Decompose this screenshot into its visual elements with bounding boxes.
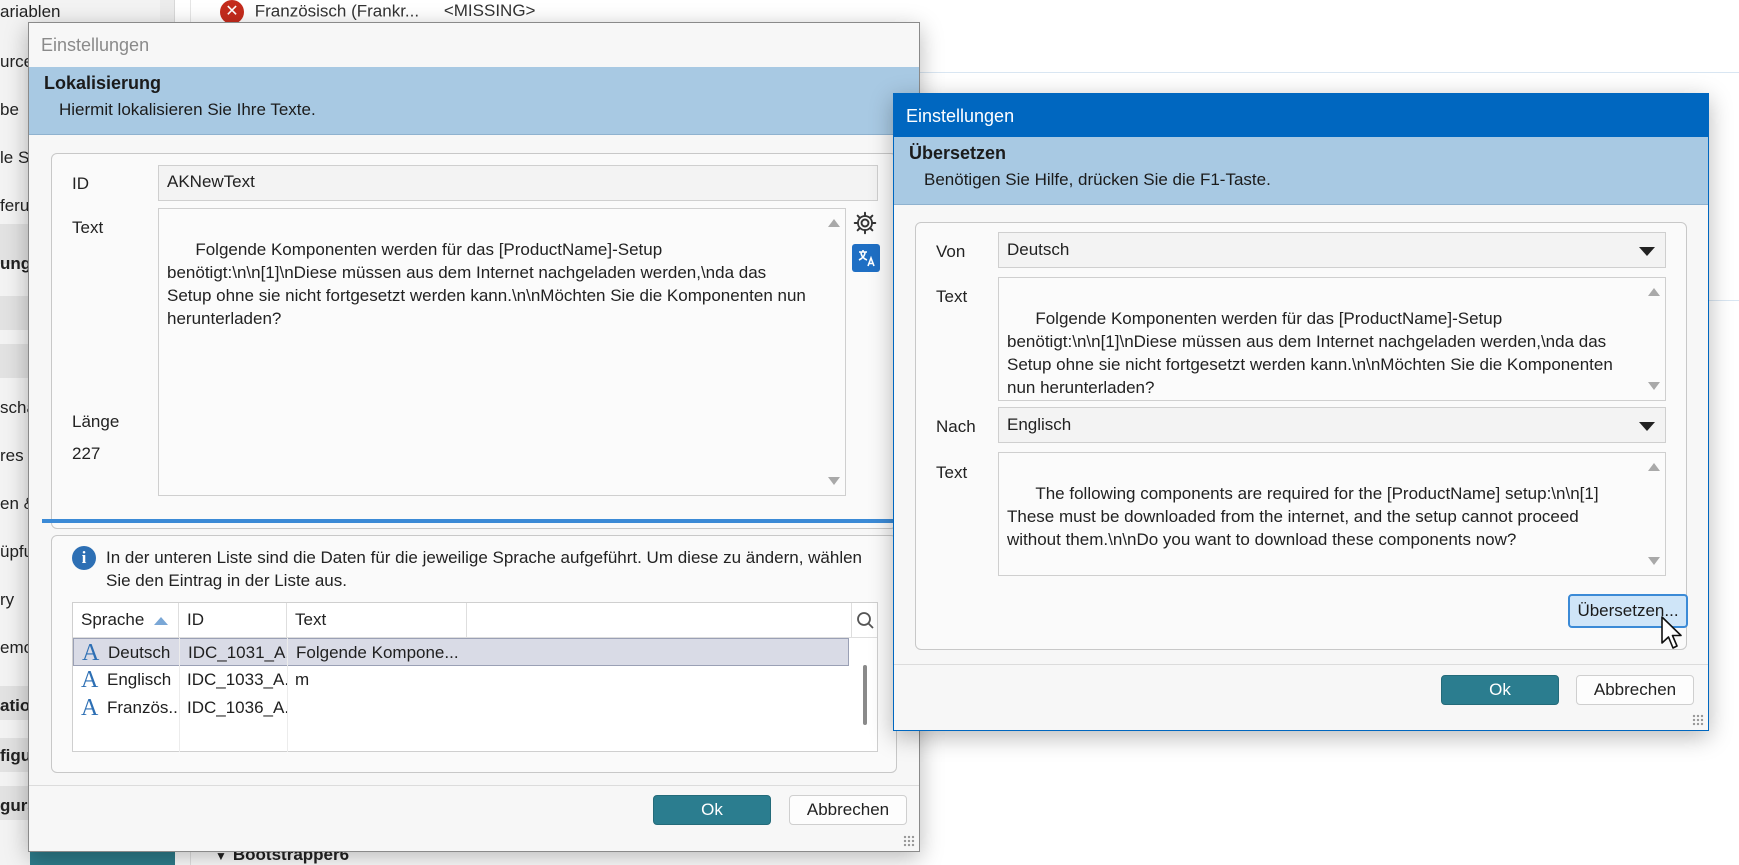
- dialog-title: Einstellungen: [29, 23, 919, 67]
- top-row-language: Französisch (Frankr...: [254, 1, 420, 21]
- row-language: Französ...: [107, 698, 177, 717]
- chevron-down-icon: [1639, 247, 1655, 256]
- target-text-area[interactable]: The following components are required fo…: [998, 452, 1666, 576]
- target-text-label: Text: [936, 463, 968, 482]
- table-row[interactable]: A Französ... IDC_1036_A...: [73, 694, 849, 722]
- source-text-scrollbar[interactable]: [1645, 282, 1661, 396]
- header-subtitle: Hiermit lokalisieren Sie Ihre Texte.: [59, 100, 316, 119]
- to-language-value: Englisch: [1007, 415, 1072, 434]
- header-subtitle: Benötigen Sie Hilfe, drücken Sie die F1-…: [924, 170, 1271, 189]
- sidebar-item[interactable]: ry: [0, 590, 14, 610]
- localization-dialog: Einstellungen Lokalisierung Hiermit loka…: [28, 22, 920, 852]
- from-language-select[interactable]: Deutsch: [998, 232, 1666, 268]
- scroll-down-icon[interactable]: [1648, 382, 1660, 390]
- table-search-icon[interactable]: [851, 603, 877, 637]
- scroll-up-icon[interactable]: [1648, 288, 1660, 296]
- scroll-up-icon[interactable]: [1648, 463, 1660, 471]
- id-label: ID: [72, 174, 89, 193]
- footer-divider: [29, 785, 919, 786]
- translate-icon[interactable]: [852, 244, 880, 272]
- ok-button[interactable]: Ok: [1441, 675, 1559, 705]
- translate-group: Von Deutsch Text Folgende Komponenten we…: [915, 222, 1688, 651]
- text-editor-scrollbar[interactable]: [825, 213, 841, 491]
- sidebar-item[interactable]: be: [0, 100, 19, 120]
- dialog-title: Einstellungen: [894, 94, 1708, 137]
- sidebar-item[interactable]: figu: [0, 746, 31, 766]
- text-label: Text: [72, 218, 104, 237]
- row-id: IDC_1033_A...: [187, 670, 287, 689]
- translate-dialog: Einstellungen Übersetzen Benötigen Sie H…: [893, 93, 1709, 731]
- length-value: 227: [72, 444, 101, 463]
- row-text: Folgende Kompone...: [296, 643, 459, 662]
- to-label: Nach: [936, 417, 976, 436]
- info-icon: i: [72, 546, 96, 570]
- column-divider: [287, 638, 288, 752]
- scroll-down-icon[interactable]: [828, 477, 840, 485]
- target-text-content: The following components are required fo…: [1007, 484, 1603, 549]
- row-language: Deutsch: [108, 643, 171, 662]
- scroll-up-icon[interactable]: [828, 219, 840, 227]
- to-language-select[interactable]: Englisch: [998, 407, 1666, 443]
- column-header-id[interactable]: ID: [179, 603, 287, 637]
- table-row[interactable]: A Deutsch IDC_1031_A... Folgende Kompone…: [73, 638, 849, 666]
- top-row-value: <MISSING>: [443, 1, 536, 21]
- source-text-label: Text: [936, 287, 968, 306]
- text-group: ID AKNewText Text Folgende Komponenten w…: [51, 153, 897, 529]
- text-editor[interactable]: Folgende Komponenten werden für das [Pro…: [158, 208, 846, 496]
- mouse-cursor-icon: [1660, 615, 1686, 651]
- resize-grip-icon[interactable]: [903, 835, 915, 847]
- from-language-value: Deutsch: [1007, 240, 1070, 259]
- background-top-row: ✕ Französisch (Frankr... <MISSING>: [220, 0, 535, 24]
- info-text: In der unteren Liste sind die Daten für …: [106, 548, 863, 590]
- header-title: Übersetzen: [909, 143, 1007, 163]
- gear-icon[interactable]: [852, 210, 878, 236]
- chevron-down-icon: [1639, 422, 1655, 431]
- footer-divider: [894, 664, 1708, 665]
- source-text-content: Folgende Komponenten werden für das [Pro…: [1007, 309, 1618, 397]
- column-header-language[interactable]: Sprache: [73, 603, 179, 637]
- table-scrollbar[interactable]: [863, 665, 867, 725]
- cancel-button[interactable]: Abbrechen: [1576, 675, 1694, 705]
- sidebar-item[interactable]: ariablen: [0, 2, 61, 22]
- column-divider: [179, 638, 180, 752]
- language-group: i In der unteren Liste sind die Daten fü…: [51, 535, 897, 773]
- sidebar-item[interactable]: ung: [0, 254, 31, 274]
- dialog-header: Lokalisierung Hiermit lokalisieren Sie I…: [29, 67, 919, 135]
- language-table[interactable]: Sprache ID Text A Deutsch IDC_1031_A... …: [72, 602, 878, 752]
- table-row[interactable]: A Englisch IDC_1033_A... m: [73, 666, 849, 694]
- row-id: IDC_1031_A...: [188, 643, 288, 662]
- row-language: Englisch: [107, 670, 172, 689]
- sidebar-item[interactable]: le S: [0, 148, 29, 168]
- splitter[interactable]: [42, 519, 910, 523]
- language-a-icon: A: [81, 667, 99, 693]
- cancel-button[interactable]: Abbrechen: [789, 795, 907, 825]
- from-label: Von: [936, 242, 966, 261]
- header-title: Lokalisierung: [44, 73, 162, 93]
- target-text-scrollbar[interactable]: [1645, 457, 1661, 571]
- sidebar-item[interactable]: feru: [0, 196, 29, 216]
- scroll-down-icon[interactable]: [1648, 557, 1660, 565]
- ok-button[interactable]: Ok: [653, 795, 771, 825]
- resize-grip-icon[interactable]: [1692, 714, 1704, 726]
- sort-ascending-icon: [154, 616, 169, 625]
- source-text-area[interactable]: Folgende Komponenten werden für das [Pro…: [998, 277, 1666, 401]
- length-label: Länge: [72, 412, 120, 431]
- row-text: m: [295, 670, 310, 689]
- id-field[interactable]: AKNewText: [158, 165, 878, 201]
- column-header-text[interactable]: Text: [287, 603, 467, 637]
- language-a-icon: A: [81, 695, 99, 721]
- background-divider: [900, 72, 1739, 73]
- row-id: IDC_1036_A...: [187, 698, 287, 717]
- text-editor-content: Folgende Komponenten werden für das [Pro…: [167, 240, 811, 328]
- language-a-icon: A: [82, 640, 100, 666]
- dialog-header: Übersetzen Benötigen Sie Hilfe, drücken …: [894, 137, 1708, 205]
- error-icon: ✕: [220, 0, 244, 24]
